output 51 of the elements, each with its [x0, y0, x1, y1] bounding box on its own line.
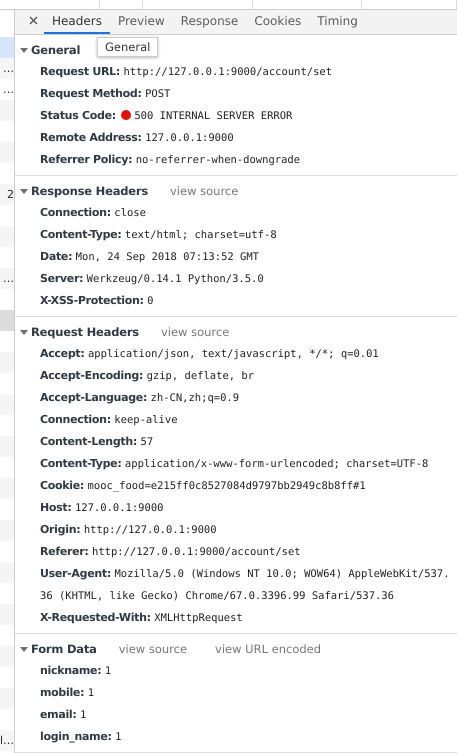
expand-triangle-icon[interactable] [20, 645, 28, 653]
header-row-text: nickname: 1 [40, 663, 112, 679]
header-row-text: Request URL: http://127.0.0.1:9000/account/set [40, 64, 334, 80]
header-row-text: Referer: http://127.0.0.1:9000/account/set [40, 544, 302, 560]
header-row-text: Content-Length: 57 [40, 434, 154, 450]
header-row-text: email: 1 [40, 707, 88, 723]
request-row[interactable]: … [0, 79, 14, 100]
header-row-text: Origin: http://127.0.0.1:9000 [40, 522, 218, 538]
request-row[interactable]: l… [0, 730, 14, 751]
section-title[interactable]: Form Data [31, 642, 97, 656]
header-row-text: Remote Address: 127.0.0.1:9000 [40, 130, 235, 146]
header-row-text: Date: Mon, 24 Sep 2018 07:13:52 GMT [40, 249, 260, 265]
request-row[interactable]: … [0, 268, 14, 289]
section-title[interactable]: Request Headers [31, 325, 139, 339]
tab[interactable]: Response [172, 10, 246, 34]
header-row-text: Accept-Language: zh-CN,zh;q=0.9 [40, 390, 240, 406]
header-row-text: Accept: application/json, text/javascript, */*; q=0.01 [40, 346, 380, 362]
header-row-text: Status Code: 500 INTERNAL SERVER ERROR [40, 108, 294, 124]
view-link[interactable]: view source [160, 325, 230, 339]
header-row-text: X-Requested-With: XMLHttpRequest [40, 610, 244, 626]
section-title[interactable]: Response Headers [31, 184, 148, 198]
header-row-text: Request Method: POST [40, 86, 172, 102]
header-row-text: Server: Werkzeug/0.14.1 Python/3.5.0 [40, 271, 265, 287]
expand-triangle-icon[interactable] [20, 187, 28, 195]
view-link[interactable]: view source [170, 184, 238, 198]
header-row-text: Content-Type: text/html; charset=utf-8 [40, 227, 278, 243]
header-row-text: Content-Type: application/x-www-form-urlencoded; charset=UTF-8 [40, 456, 430, 472]
header-row-text: Connection: close [40, 205, 147, 221]
header-row-text: login_name: 1 [40, 729, 122, 745]
header-row-text: mobile: 1 [40, 685, 96, 701]
tab[interactable]: Timing [309, 10, 366, 34]
header-row-text: Host: 127.0.0.1:9000 [40, 500, 164, 516]
tab[interactable]: Headers [44, 10, 110, 34]
tab[interactable]: Preview [110, 10, 173, 34]
expand-triangle-icon[interactable] [20, 328, 28, 336]
request-row[interactable]: … [0, 58, 14, 79]
header-row-text: X-XSS-Protection: 0 [40, 293, 154, 309]
request-row[interactable] [0, 37, 14, 58]
request-row[interactable] [0, 310, 14, 331]
header-row-text: Cookie: mooc_food=e215ff0c8527084d9797bb2949c8b8ff#1 [40, 478, 367, 494]
view-link[interactable]: view source [118, 642, 188, 656]
header-row-text: Accept-Encoding: gzip, deflate, br [40, 368, 256, 384]
header-row-text: Referrer Policy: no-referrer-when-downgrade [40, 152, 302, 168]
request-row[interactable]: 2 [0, 184, 14, 205]
header-row-text: Connection: keep-alive [40, 412, 179, 428]
view-link[interactable]: view URL encoded [215, 642, 322, 656]
section-title[interactable]: General [31, 43, 80, 57]
tab[interactable]: Cookies [246, 10, 310, 34]
header-row-text: User-Agent: Mozilla/5.0 (Windows NT 10.0; WOW64) AppleWebKit/537.36 (KHTML, like Gecko) Chrome/67.0.3396.99 Safari/537.36 [40, 566, 451, 604]
tooltip: General [97, 37, 158, 57]
expand-triangle-icon[interactable] [20, 46, 28, 54]
